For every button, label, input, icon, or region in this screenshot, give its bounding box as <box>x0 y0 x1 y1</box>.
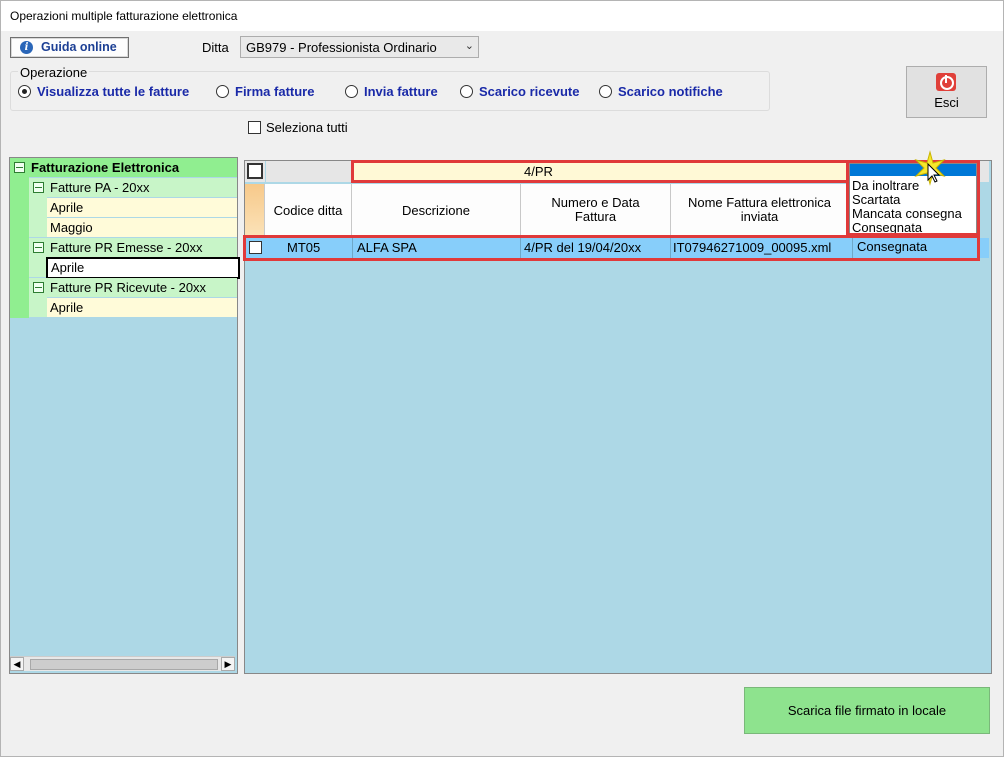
radio-icon <box>599 85 612 98</box>
tree-group-pa[interactable]: Fatture PA - 20xx <box>29 178 237 197</box>
title-bar: Operazioni multiple fatturazione elettro… <box>1 1 1003 31</box>
scroll-right-icon[interactable]: ▶ <box>221 657 235 671</box>
tree-horizontal-scrollbar[interactable]: ◀ ▶ <box>10 656 235 671</box>
window-title: Operazioni multiple fatturazione elettro… <box>10 9 238 23</box>
header-codice-ditta[interactable]: Codice ditta <box>265 184 352 237</box>
tree-group-label: Fatture PR Ricevute - 20xx <box>50 280 207 295</box>
cell-divider <box>352 238 353 258</box>
filter-descrizione[interactable] <box>352 161 520 182</box>
cell-numero: 4/PR del 19/04/20xx <box>524 240 642 255</box>
radio-label: Scarico ricevute <box>479 84 580 99</box>
guida-online-button[interactable]: i Guida online <box>10 37 129 58</box>
tree-group-label: Fatture PR Emesse - 20xx <box>50 240 203 255</box>
radio-label: Scarico notifiche <box>618 84 723 99</box>
header-label: Codice ditta <box>273 202 343 218</box>
tree-root[interactable]: Fatturazione Elettronica <box>10 158 237 177</box>
tree-item-label: Maggio <box>50 220 93 235</box>
esci-label: Esci <box>934 95 959 110</box>
tree-item-label: Aprile <box>50 200 84 215</box>
header-label: Numero e Data Fattura <box>551 195 640 224</box>
header-label: Descrizione <box>402 202 470 218</box>
ditta-select-value: GB979 - Professionista Ordinario <box>246 40 437 55</box>
dropdown-option[interactable]: Mancata consegna <box>852 206 962 221</box>
tree-indent <box>10 177 29 318</box>
filter-numero[interactable]: 4/PR <box>520 161 670 182</box>
header-nome-file[interactable]: Nome Fattura elettronica inviata <box>671 184 849 237</box>
scarica-file-firmato-button[interactable]: Scarica file firmato in locale <box>744 687 990 734</box>
tree-group-pr-ricevute[interactable]: Fatture PR Ricevute - 20xx <box>29 278 237 297</box>
esci-button[interactable]: Esci <box>906 66 987 118</box>
collapse-icon <box>14 162 25 173</box>
collapse-icon <box>33 242 44 253</box>
info-icon: i <box>20 41 33 54</box>
header-row-selector <box>245 184 265 237</box>
seleziona-tutti-label: Seleziona tutti <box>266 120 348 135</box>
tree-item[interactable]: Aprile <box>47 198 237 217</box>
tree-indent <box>29 257 47 277</box>
tree-panel: Fatturazione Elettronica Fatture PA - 20… <box>9 157 240 674</box>
tree-root-label: Fatturazione Elettronica <box>31 160 180 175</box>
tree-item-label: Aprile <box>51 260 85 275</box>
tree-indent <box>29 297 47 317</box>
ditta-select[interactable]: GB979 - Professionista Ordinario ⌄ <box>240 36 479 58</box>
filter-numero-value: 4/PR <box>524 164 553 179</box>
chevron-down-icon: ⌄ <box>464 40 474 52</box>
cell-descrizione: ALFA SPA <box>357 240 417 255</box>
dropdown-option[interactable]: Da inoltrare <box>852 178 919 193</box>
dropdown-option[interactable]: Scartata <box>852 192 900 207</box>
ditta-label: Ditta <box>202 40 229 55</box>
cell-stato[interactable]: Consegnata <box>857 239 927 259</box>
header-label: Nome Fattura elettronica inviata <box>687 195 832 224</box>
collapse-icon <box>33 182 44 193</box>
scroll-left-icon[interactable]: ◀ <box>10 657 24 671</box>
checkbox-icon <box>248 121 261 134</box>
dropdown-option[interactable]: Consegnata <box>852 220 922 235</box>
filter-checkbox[interactable] <box>247 163 263 179</box>
radio-icon <box>460 85 473 98</box>
tree-indent <box>29 197 47 237</box>
cell-nome-file: IT07946271009_00095.xml <box>673 240 832 255</box>
tree-item[interactable]: Maggio <box>47 218 237 237</box>
operazione-title: Operazione <box>18 65 90 80</box>
radio-icon <box>216 85 229 98</box>
filter-nome-file[interactable] <box>670 161 848 182</box>
scroll-thumb[interactable] <box>30 659 218 670</box>
tree-item-label: Aprile <box>50 300 84 315</box>
cell-divider <box>670 238 671 258</box>
radio-label: Firma fatture <box>235 84 315 99</box>
cell-divider <box>852 238 853 258</box>
power-icon <box>936 73 956 91</box>
tree-group-pr-emesse[interactable]: Fatture PR Emesse - 20xx <box>29 238 237 257</box>
tree-item-selected[interactable]: Aprile <box>46 257 240 279</box>
radio-label: Visualizza tutte le fatture <box>37 84 190 99</box>
tree-group-label: Fatture PA - 20xx <box>50 180 150 195</box>
collapse-icon <box>33 282 44 293</box>
cell-codice: MT05 <box>287 240 321 255</box>
filter-codice[interactable] <box>266 161 352 182</box>
header-numero-data[interactable]: Numero e Data Fattura <box>521 184 671 237</box>
radio-selected-icon <box>18 85 31 98</box>
tree-item[interactable]: Aprile <box>47 298 237 317</box>
click-star-icon <box>914 150 946 186</box>
row-checkbox[interactable] <box>249 241 262 254</box>
guida-online-label: Guida online <box>41 40 117 54</box>
radio-label: Invia fatture <box>364 84 438 99</box>
cell-divider <box>520 238 521 258</box>
header-descrizione[interactable]: Descrizione <box>352 184 521 237</box>
radio-icon <box>345 85 358 98</box>
